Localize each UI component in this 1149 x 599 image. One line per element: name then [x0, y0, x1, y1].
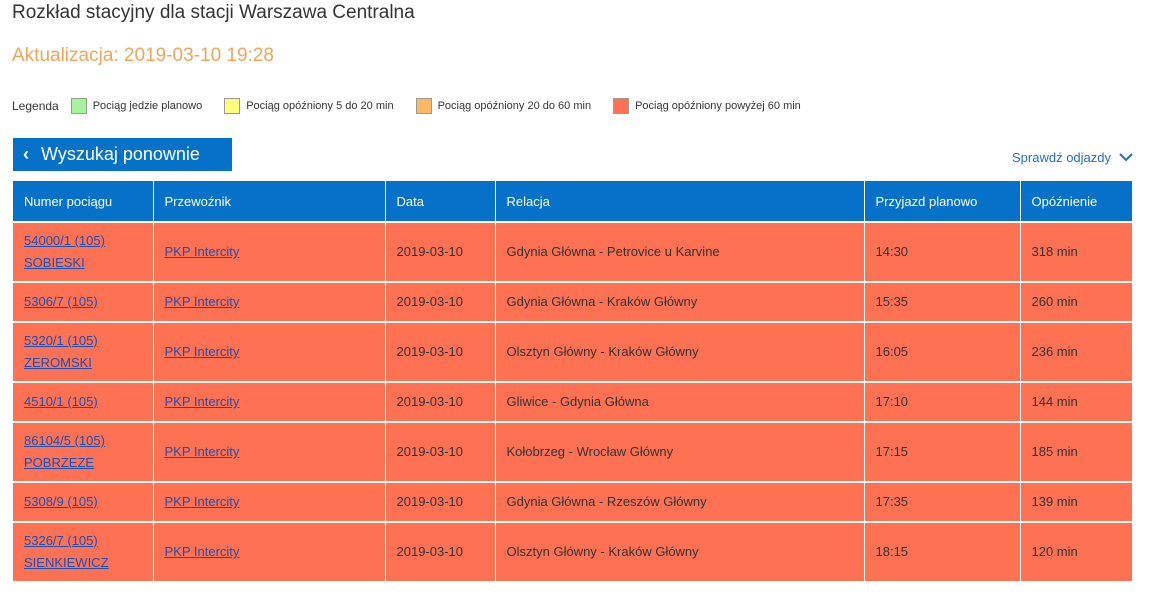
delay-cell: 144 min [1020, 381, 1132, 422]
train-name-link[interactable]: SOBIESKI [24, 252, 142, 274]
legend-swatch [70, 98, 87, 114]
delay-cell: 236 min [1020, 321, 1132, 382]
train-number-link[interactable]: 86104/5 (105) [24, 430, 142, 452]
table-row: 86104/5 (105) POBRZEZE PKP Intercity 201… [13, 421, 1132, 482]
legend: Legenda Pociąg jedzie planowo Pociąg opó… [12, 96, 823, 116]
col-date[interactable]: Data [385, 181, 496, 222]
page-title: Rozkład stacyjny dla stacji Warszawa Cen… [12, 2, 415, 23]
carrier-link[interactable]: PKP Intercity [165, 294, 240, 309]
legend-item-delay-20-60: Pociąg opóźniony 20 do 60 min [415, 98, 592, 114]
table-row: 4510/1 (105) PKP Intercity 2019-03-10 Gl… [13, 381, 1132, 422]
table-row: 54000/1 (105) SOBIESKI PKP Intercity 201… [13, 221, 1132, 282]
train-number-cell: 86104/5 (105) POBRZEZE [13, 421, 154, 482]
check-departures-label: Sprawdź odjazdy [1012, 150, 1111, 165]
date-cell: 2019-03-10 [385, 381, 496, 422]
arrival-cell: 17:10 [864, 381, 1021, 422]
train-number-cell: 54000/1 (105) SOBIESKI [13, 221, 154, 282]
legend-swatch [224, 98, 241, 114]
legend-item-label: Pociąg opóźniony 5 do 20 min [246, 100, 394, 112]
arrival-cell: 17:35 [864, 481, 1021, 522]
delay-cell: 185 min [1020, 421, 1132, 482]
col-train-number[interactable]: Numer pociągu [13, 181, 154, 222]
col-carrier[interactable]: Przewoźnik [153, 181, 386, 222]
train-number-cell: 5306/7 (105) [13, 281, 154, 322]
carrier-link[interactable]: PKP Intercity [165, 444, 240, 459]
train-number-link[interactable]: 5326/7 (105) [24, 530, 142, 552]
date-cell: 2019-03-10 [385, 481, 496, 522]
col-route[interactable]: Relacja [495, 181, 865, 222]
train-number-cell: 5326/7 (105) SIENKIEWICZ [13, 521, 154, 581]
train-number-link[interactable]: 54000/1 (105) [24, 230, 142, 252]
date-cell: 2019-03-10 [385, 321, 496, 382]
carrier-cell: PKP Intercity [153, 421, 386, 482]
update-timestamp: Aktualizacja: 2019-03-10 19:28 [12, 45, 274, 66]
date-cell: 2019-03-10 [385, 421, 496, 482]
timetable: Numer pociągu Przewoźnik Data Relacja Pr… [13, 181, 1132, 581]
route-cell: Gdynia Główna - Rzeszów Główny [495, 481, 865, 522]
legend-item-delay-5-20: Pociąg opóźniony 5 do 20 min [224, 98, 394, 114]
legend-label: Legenda [12, 99, 59, 113]
carrier-link[interactable]: PKP Intercity [165, 244, 240, 259]
legend-swatch [613, 98, 630, 114]
carrier-cell: PKP Intercity [153, 281, 386, 322]
legend-item-label: Pociąg jedzie planowo [92, 100, 203, 112]
route-cell: Olsztyn Główny - Kraków Główny [495, 321, 865, 382]
delay-cell: 260 min [1020, 281, 1132, 322]
route-cell: Gdynia Główna - Kraków Główny [495, 281, 865, 322]
train-number-cell: 5308/9 (105) [13, 481, 154, 522]
col-arrival[interactable]: Przyjazd planowo [864, 181, 1021, 222]
table-row: 5326/7 (105) SIENKIEWICZ PKP Intercity 2… [13, 521, 1132, 581]
arrival-cell: 17:15 [864, 421, 1021, 482]
carrier-link[interactable]: PKP Intercity [165, 494, 240, 509]
arrival-cell: 15:35 [864, 281, 1021, 322]
delay-cell: 120 min [1020, 521, 1132, 581]
table-row: 5320/1 (105) ZEROMSKI PKP Intercity 2019… [13, 321, 1132, 382]
route-cell: Olsztyn Główny - Kraków Główny [495, 521, 865, 581]
legend-item-label: Pociąg opóźniony powyżej 60 min [635, 100, 801, 112]
legend-item-on-time: Pociąg jedzie planowo [70, 98, 203, 114]
train-name-link[interactable]: SIENKIEWICZ [24, 552, 142, 574]
carrier-cell: PKP Intercity [153, 321, 386, 382]
train-number-link[interactable]: 5308/9 (105) [24, 491, 142, 513]
route-cell: Kołobrzeg - Wrocław Główny [495, 421, 865, 482]
train-number-cell: 4510/1 (105) [13, 381, 154, 422]
search-again-label: Wyszukaj ponownie [41, 144, 200, 164]
train-number-link[interactable]: 4510/1 (105) [24, 391, 142, 413]
date-cell: 2019-03-10 [385, 521, 496, 581]
route-cell: Gliwice - Gdynia Główna [495, 381, 865, 422]
legend-swatch [415, 98, 432, 114]
delay-cell: 139 min [1020, 481, 1132, 522]
table-header-row: Numer pociągu Przewoźnik Data Relacja Pr… [13, 181, 1132, 222]
carrier-cell: PKP Intercity [153, 521, 386, 581]
table-row: 5308/9 (105) PKP Intercity 2019-03-10 Gd… [13, 481, 1132, 522]
train-number-cell: 5320/1 (105) ZEROMSKI [13, 321, 154, 382]
date-cell: 2019-03-10 [385, 281, 496, 322]
table-row: 5306/7 (105) PKP Intercity 2019-03-10 Gd… [13, 281, 1132, 322]
legend-item-label: Pociąg opóźniony 20 do 60 min [437, 100, 592, 112]
carrier-link[interactable]: PKP Intercity [165, 344, 240, 359]
route-cell: Gdynia Główna - Petrovice u Karvine [495, 221, 865, 282]
chevron-down-icon [1119, 153, 1133, 162]
chevron-left-icon: ‹ [23, 144, 29, 164]
date-cell: 2019-03-10 [385, 221, 496, 282]
arrival-cell: 14:30 [864, 221, 1021, 282]
train-name-link[interactable]: ZEROMSKI [24, 352, 142, 374]
legend-item-delay-over-60: Pociąg opóźniony powyżej 60 min [613, 98, 801, 114]
arrival-cell: 18:15 [864, 521, 1021, 581]
arrival-cell: 16:05 [864, 321, 1021, 382]
col-delay[interactable]: Opóźnienie [1020, 181, 1132, 222]
train-number-link[interactable]: 5306/7 (105) [24, 291, 142, 313]
train-number-link[interactable]: 5320/1 (105) [24, 330, 142, 352]
carrier-cell: PKP Intercity [153, 381, 386, 422]
carrier-cell: PKP Intercity [153, 481, 386, 522]
search-again-button[interactable]: ‹ Wyszukaj ponownie [13, 138, 232, 171]
carrier-cell: PKP Intercity [153, 221, 386, 282]
check-departures-link[interactable]: Sprawdź odjazdy [1012, 150, 1133, 165]
carrier-link[interactable]: PKP Intercity [165, 394, 240, 409]
delay-cell: 318 min [1020, 221, 1132, 282]
carrier-link[interactable]: PKP Intercity [165, 544, 240, 559]
train-name-link[interactable]: POBRZEZE [24, 452, 142, 474]
